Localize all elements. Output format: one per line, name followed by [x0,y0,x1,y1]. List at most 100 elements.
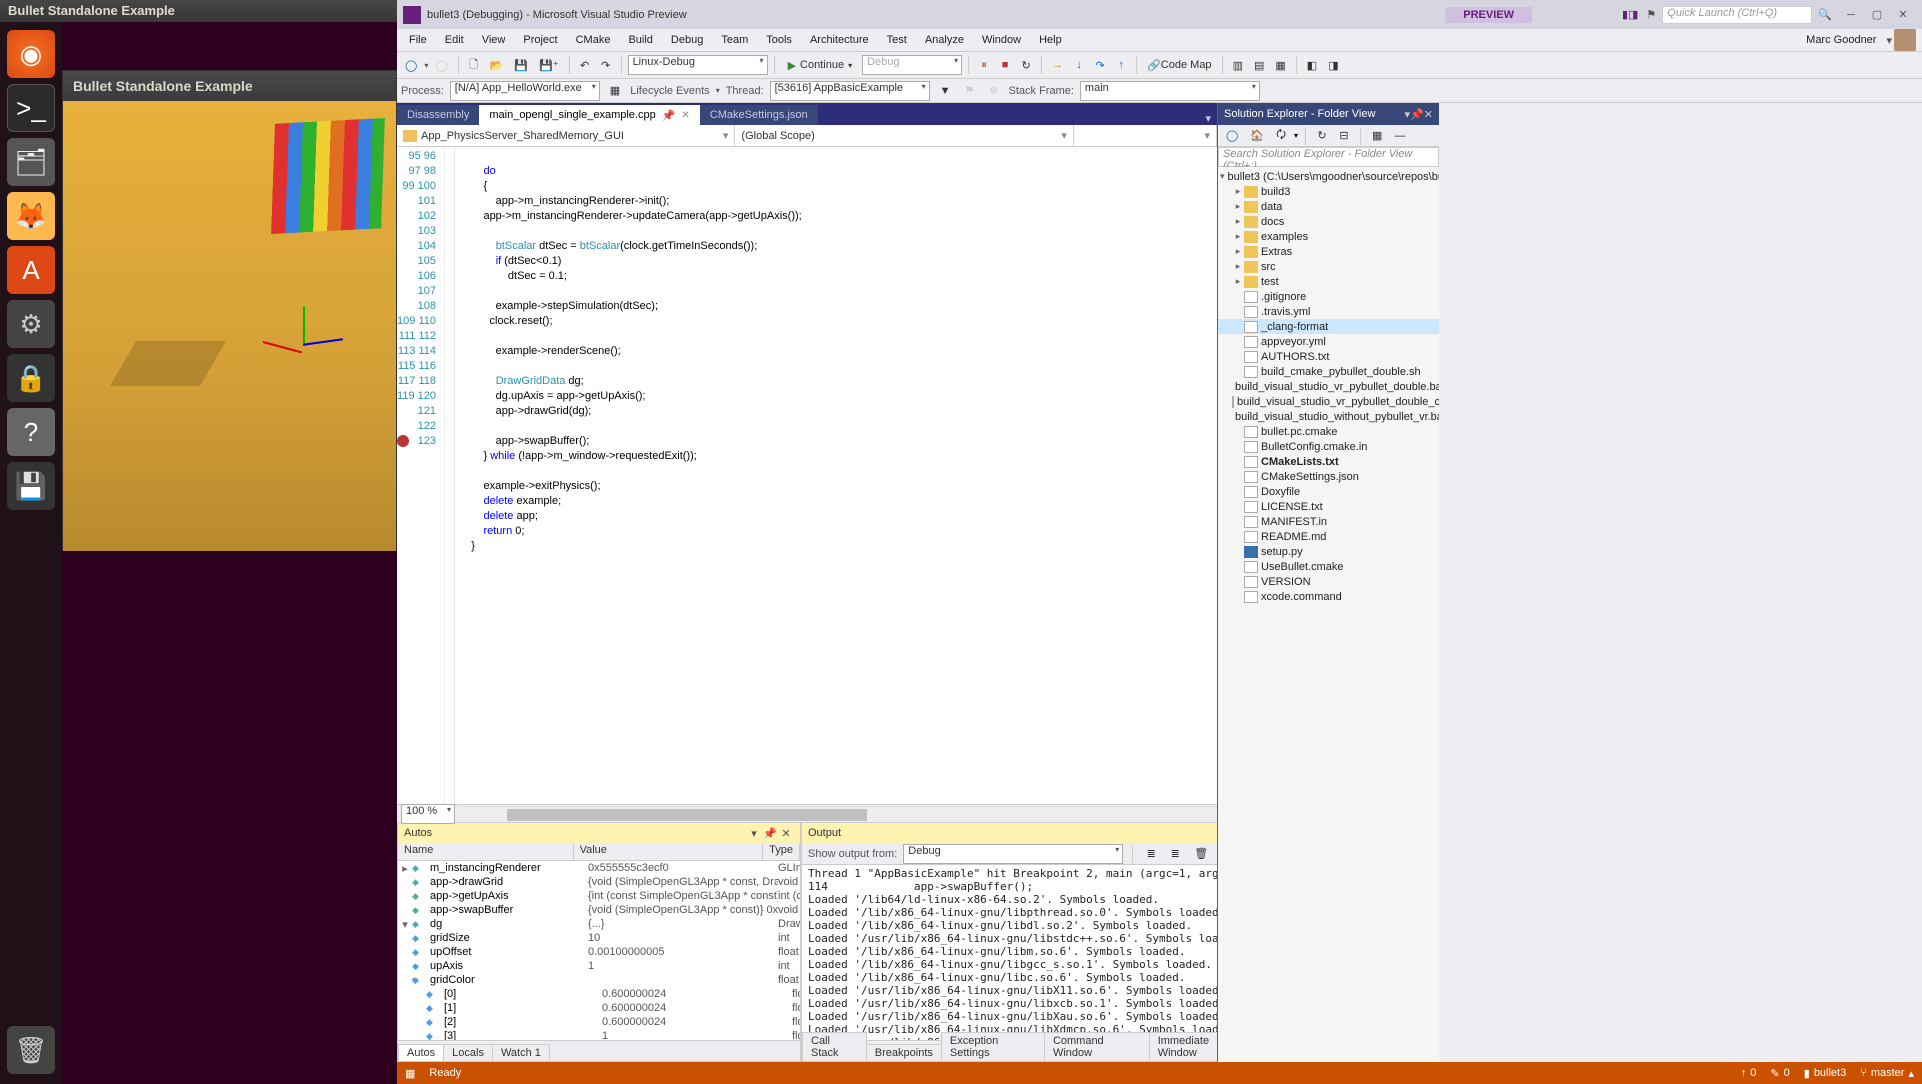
output-goto-icon[interactable]: ≣ [1142,844,1160,864]
autos-columns[interactable]: Name Value Type [398,843,800,861]
settings-icon[interactable]: ⚙ [7,300,55,348]
tb-5[interactable]: ◨ [1324,55,1342,75]
autos-row[interactable]: [3]1float [398,1029,800,1040]
notification-icon[interactable]: ▮◨ [1622,8,1638,21]
flag-icon[interactable]: ⚑ [1646,8,1656,21]
menu-project[interactable]: Project [515,32,565,48]
tree-node[interactable]: BulletConfig.cmake.in [1218,439,1439,454]
autos-row[interactable]: [2]0.600000024float [398,1015,800,1029]
menu-view[interactable]: View [474,32,514,48]
panel-close-icon[interactable]: ✕ [778,827,794,840]
autos-row[interactable]: app->swapBuffer{void (SimpleOpenGL3App *… [398,903,800,917]
thread-dropdown[interactable]: [53616] AppBasicExample [770,81,930,101]
panel-close-icon[interactable]: ✕ [1424,108,1433,121]
autos-row[interactable]: gridSize10int [398,931,800,945]
trash-icon[interactable]: 🗑 [7,1026,55,1074]
se-properties-icon[interactable]: — [1390,126,1409,146]
vs-titlebar[interactable]: bullet3 (Debugging) - Microsoft Visual S… [397,0,1922,29]
output-prev-icon[interactable]: ≣ [1166,844,1184,864]
thread-freeze-icon[interactable]: ❄ [985,81,1003,101]
new-button[interactable]: 🗋 [465,55,483,75]
solution-explorer-header[interactable]: Solution Explorer - Folder View ▾ 📌 ✕ [1218,103,1439,125]
output-clear-icon[interactable]: 🗑 [1190,844,1212,864]
autos-row[interactable]: [0]0.600000024float [398,987,800,1001]
se-showall-icon[interactable]: ▦ [1368,126,1386,146]
menu-build[interactable]: Build [620,32,660,48]
files-icon[interactable]: 🗂 [7,138,55,186]
config-dropdown[interactable]: Linux-Debug [628,55,768,75]
tab-disassembly[interactable]: Disassembly [397,105,479,125]
autos-row[interactable]: ▸m_instancingRenderer0x555555c3ecf0GLIns… [398,861,800,875]
tree-node[interactable]: ▾bullet3 (C:\Users\mgoodner\source\repos… [1218,169,1439,184]
user-avatar[interactable] [1894,29,1916,51]
tree-node[interactable]: CMakeSettings.json [1218,469,1439,484]
se-refresh-icon[interactable]: ↻ [1313,126,1331,146]
pin-icon[interactable]: 📌 [662,109,676,122]
panel-pin-icon[interactable]: 📌 [762,827,778,840]
tree-node[interactable]: .gitignore [1218,289,1439,304]
tab-command-window[interactable]: Command Window [1044,1032,1150,1061]
tree-node[interactable]: _clang-format [1218,319,1439,334]
break-all-button[interactable]: ⏸ [975,55,993,75]
save-icon[interactable]: 💾 [7,462,55,510]
tab-exception-settings[interactable]: Exception Settings [941,1032,1045,1061]
tab-cmakesettings[interactable]: CMakeSettings.json [700,105,818,125]
help-icon[interactable]: ? [7,408,55,456]
status-branch[interactable]: ⑂ master ▴ [1860,1067,1914,1080]
tree-node[interactable]: ▸Extras [1218,244,1439,259]
code-editor[interactable]: 95 96 97 98 99 100 101 102 103 104 105 1… [397,147,1217,804]
menu-debug[interactable]: Debug [663,32,711,48]
scope-project[interactable]: App_PhysicsServer_SharedMemory_GUI [397,125,735,146]
tb-2[interactable]: ▤ [1250,55,1268,75]
solution-explorer-tree[interactable]: ▾bullet3 (C:\Users\mgoodner\source\repos… [1218,167,1439,1062]
minimize-button[interactable]: ─ [1838,6,1864,24]
tree-node[interactable]: ▸examples [1218,229,1439,244]
fold-gutter[interactable] [445,147,455,804]
menu-file[interactable]: File [401,32,435,48]
lifecycle-label[interactable]: Lifecycle Events [630,85,709,97]
thread-filter-icon[interactable]: ▼ [936,81,955,101]
panel-dropdown-icon[interactable]: ▾ [746,827,762,840]
menu-edit[interactable]: Edit [437,32,472,48]
tree-node[interactable]: AUTHORS.txt [1218,349,1439,364]
restart-button[interactable]: ↻ [1017,55,1035,75]
menu-team[interactable]: Team [713,32,756,48]
tree-node[interactable]: ▸src [1218,259,1439,274]
nav-forward-button[interactable]: ◯ [431,55,451,75]
autos-row[interactable]: ▾gridColorfloat [4] [398,973,800,987]
scope-member[interactable] [1074,125,1217,146]
tree-node[interactable]: bullet.pc.cmake [1218,424,1439,439]
se-sync-icon[interactable]: 🗘 [1272,126,1290,146]
horizontal-scrollbar[interactable] [459,806,1217,822]
show-next-stmt-button[interactable]: → [1048,55,1067,75]
stackframe-dropdown[interactable]: main [1080,81,1260,101]
tree-node[interactable]: build_cmake_pybullet_double.sh [1218,364,1439,379]
menu-help[interactable]: Help [1031,32,1070,48]
tree-node[interactable]: ▸data [1218,199,1439,214]
tree-node[interactable]: ▸build3 [1218,184,1439,199]
autos-row[interactable]: [1]0.600000024float [398,1001,800,1015]
tree-node[interactable]: build_visual_studio_vr_pybullet_double_c… [1218,394,1439,409]
step-into-button[interactable]: ↓ [1070,55,1088,75]
autos-row[interactable]: ▾dg{...}DrawGridData [398,917,800,931]
menu-architecture[interactable]: Architecture [802,32,877,48]
status-repo[interactable]: ▮ bullet3 [1804,1067,1846,1080]
redo-button[interactable]: ↷ [597,55,615,75]
tree-node[interactable]: Doxyfile [1218,484,1439,499]
dash-icon[interactable]: ◉ [7,30,55,78]
panel-pin-icon[interactable]: 📌 [1410,108,1424,121]
tab-overflow-button[interactable]: ▾ [1199,112,1217,125]
opengl-viewport[interactable] [63,101,396,551]
debug-target-dropdown[interactable]: Debug [862,55,962,75]
tb-4[interactable]: ◧ [1303,55,1321,75]
status-down[interactable]: ✎ 0 [1770,1067,1789,1080]
tb-1[interactable]: ▥ [1229,55,1247,75]
autos-header[interactable]: Autos ▾ 📌 ✕ [398,823,800,843]
thread-flag-icon[interactable]: ⚑ [961,81,979,101]
close-button[interactable]: ✕ [1890,6,1916,24]
process-dropdown[interactable]: [N/A] App_HelloWorld.exe [450,81,600,101]
autos-row[interactable]: upOffset0.00100000005float [398,945,800,959]
menu-window[interactable]: Window [974,32,1029,48]
tab-locals[interactable]: Locals [443,1044,493,1061]
tree-node[interactable]: VERSION [1218,574,1439,589]
